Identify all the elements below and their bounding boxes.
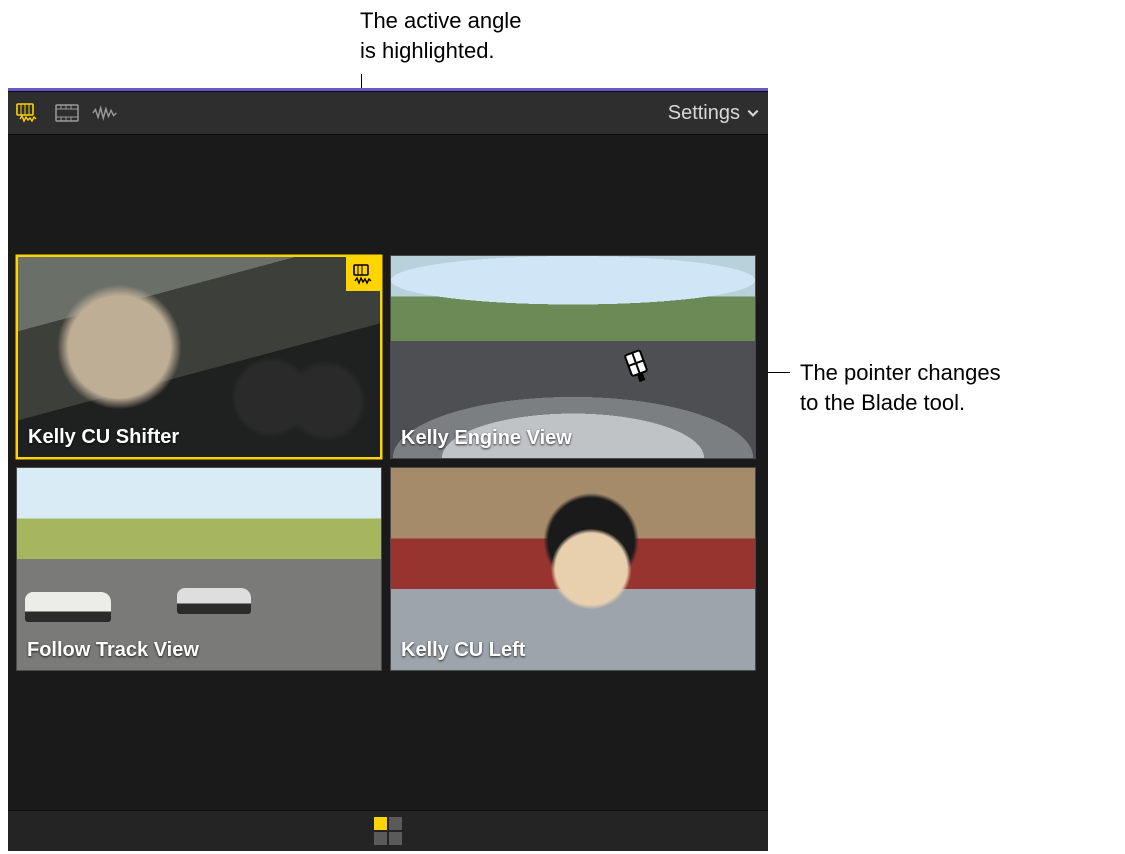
blade-tool-cursor-icon: [619, 348, 655, 384]
video-audio-badge-icon: [352, 263, 374, 285]
angle-label: Kelly Engine View: [401, 427, 572, 450]
video-switch-icon[interactable]: [54, 102, 80, 124]
angle-label: Follow Track View: [27, 639, 199, 662]
video-audio-switch-icon[interactable]: [16, 102, 42, 124]
active-angle-badge: [346, 257, 380, 291]
angle-tile-kelly-cu-left[interactable]: Kelly CU Left: [390, 467, 756, 671]
chevron-down-icon: [746, 106, 760, 120]
angle-viewer-toolbar: Settings: [8, 91, 768, 135]
settings-label: Settings: [668, 102, 740, 125]
settings-popup-button[interactable]: Settings: [668, 102, 760, 125]
audio-switch-icon[interactable]: [92, 102, 118, 124]
angle-tile-kelly-cu-shifter[interactable]: Kelly CU Shifter: [16, 255, 382, 459]
angle-label: Kelly CU Left: [401, 639, 525, 662]
angle-viewer-window: Settings Kelly CU Shifter: [8, 88, 768, 851]
annotation-active-angle: The active angle is highlighted.: [360, 6, 521, 65]
angle-viewer-bottom-bar: [8, 810, 768, 851]
angle-label: Kelly CU Shifter: [28, 426, 179, 449]
angle-tile-follow-track-view[interactable]: Follow Track View: [16, 467, 382, 671]
annotation-blade-tool: The pointer changes to the Blade tool.: [800, 358, 1001, 417]
angles-grid: Kelly CU Shifter Kelly Engine View Follo…: [16, 255, 756, 671]
layout-selector-icon[interactable]: [374, 817, 402, 845]
angle-tile-kelly-engine-view[interactable]: Kelly Engine View: [390, 255, 756, 459]
